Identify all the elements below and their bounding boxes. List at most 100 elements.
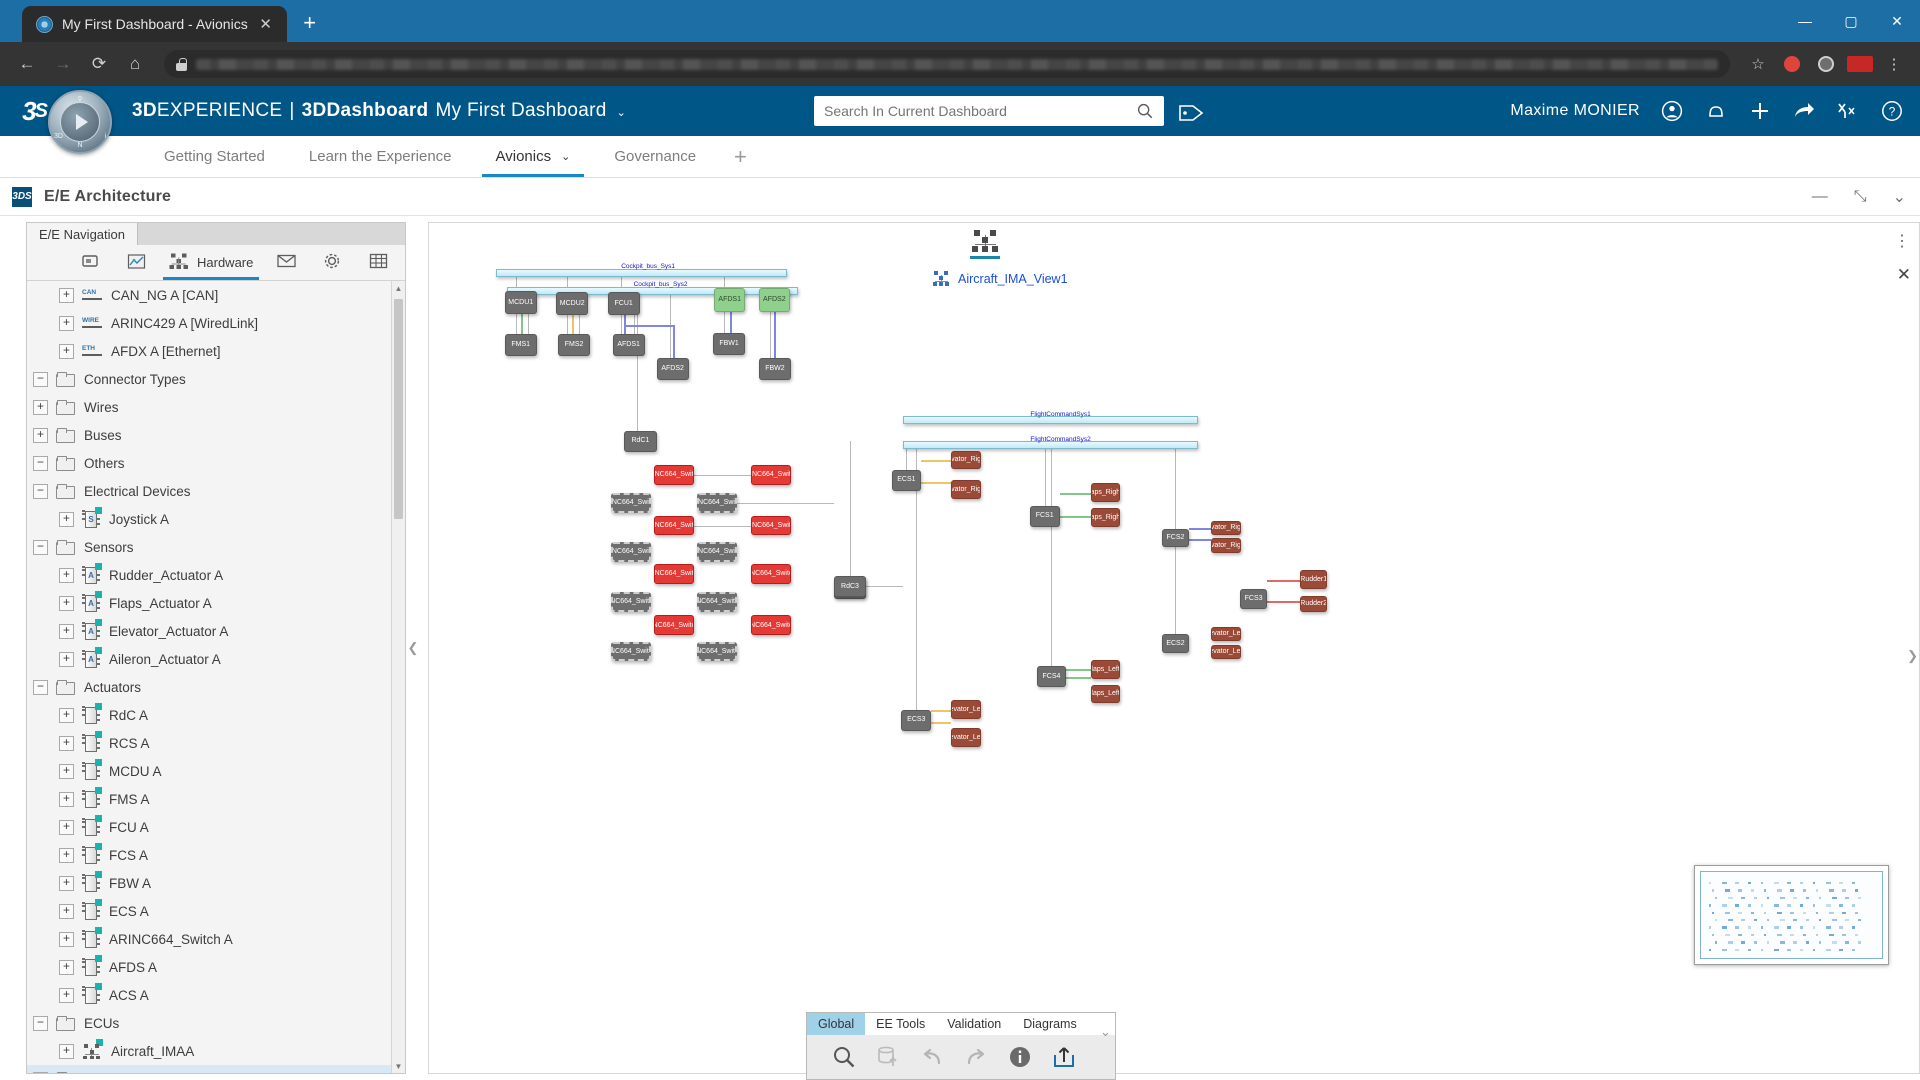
diagram-node[interactable]: ARINC664_Switch1 (654, 464, 694, 485)
diagram-node[interactable]: FBW2 (758, 358, 792, 381)
diagram-connection[interactable] (572, 314, 575, 334)
new-tab-button[interactable]: + (293, 6, 327, 40)
browser-tab[interactable]: My First Dashboard - Avionics ✕ (22, 6, 287, 42)
diagram-connection[interactable] (520, 313, 523, 334)
minimap-viewport[interactable] (1700, 871, 1883, 959)
diagram-connection[interactable] (737, 502, 834, 504)
dashboard-tab-avionics[interactable]: Avionics ⌄ (474, 136, 593, 177)
tree-expander[interactable]: + (59, 819, 74, 835)
diagram-connection[interactable] (693, 474, 752, 476)
chevron-down-icon[interactable]: ⌄ (561, 150, 570, 163)
app-expand-icon[interactable]: ⌄ (1893, 187, 1906, 207)
diagram-node[interactable]: ARINC664_Switch3 (611, 492, 651, 513)
hardware-tree[interactable]: + CAN CAN_NG A [CAN] + WIRE ARINC429 A [Wired… (27, 281, 405, 1073)
diagram-connection[interactable] (1267, 601, 1301, 604)
diagram-minimap[interactable] (1694, 865, 1889, 965)
tree-expander[interactable]: + (59, 567, 74, 583)
tree-item-electrical-devices[interactable]: − Electrical Devices (27, 477, 405, 505)
diagram-node[interactable]: Elevator_Left3 (951, 700, 981, 719)
help-icon[interactable]: ? (1880, 99, 1904, 123)
diagram-node[interactable]: ARINC664_Switch4 (697, 492, 738, 513)
diagram-node[interactable]: Flaps_Right2 (1090, 508, 1121, 527)
user-name[interactable]: Maxime MONIER (1510, 102, 1640, 120)
dashboard-search[interactable] (814, 96, 1164, 126)
address-bar[interactable] (164, 50, 1730, 78)
dashboard-tab-learn-the-experience[interactable]: Learn the Experience (287, 136, 474, 177)
diagram-node[interactable]: Elevator_Left2 (1210, 644, 1241, 660)
tree-item-connector-types[interactable]: − Connector Types (27, 365, 405, 393)
close-icon[interactable]: ✕ (257, 15, 275, 33)
diagram-connection[interactable] (1066, 677, 1091, 680)
tree-expander[interactable]: + (59, 707, 74, 723)
search-input[interactable] (824, 103, 1136, 119)
window-close-icon[interactable]: ✕ (1874, 0, 1920, 42)
tree-item-arinc664-switch-a[interactable]: + ARINC664_Switch A (27, 925, 405, 953)
share-icon[interactable] (1792, 99, 1816, 123)
diagram-connection[interactable] (921, 459, 952, 462)
tree-expander[interactable]: − (33, 1071, 48, 1073)
diagram-connection[interactable] (729, 311, 732, 333)
tree-item-flaps-actuator-a[interactable]: + A Flaps_Actuator A (27, 589, 405, 617)
tree-expander[interactable]: + (59, 931, 74, 947)
minimize-icon[interactable]: — (1782, 0, 1828, 42)
browser-menu-icon[interactable]: ⋮ (1880, 50, 1908, 78)
undo-icon[interactable] (919, 1044, 945, 1070)
diagram-node[interactable]: AFDS1 (714, 288, 746, 312)
diagram-node[interactable]: ARINC664_Switch16 (697, 641, 738, 662)
diagram-node[interactable]: FCU1 (607, 292, 640, 315)
tree-item-aircraft-imaa[interactable]: + Aircraft_IMAA (27, 1037, 405, 1065)
diagram-connection[interactable] (1051, 441, 1053, 667)
forward-icon[interactable]: → (48, 49, 78, 79)
diagram-node[interactable]: Elevator_Right3 (1210, 520, 1241, 536)
tree-item-wires[interactable]: + Wires (27, 393, 405, 421)
tree-item-ecs-a[interactable]: + ECS A (27, 897, 405, 925)
export-icon[interactable] (1051, 1044, 1077, 1070)
diagram-connection[interactable] (1066, 669, 1091, 672)
panel-tool-chart[interactable] (115, 245, 157, 280)
tree-item-aileron-actuator-a[interactable]: + A Aileron_Actuator A (27, 645, 405, 673)
scroll-down-arrow[interactable]: ▼ (392, 1059, 405, 1073)
tree-item-acs-a[interactable]: + ACS A (27, 981, 405, 1009)
dashboard-name[interactable]: My First Dashboard (435, 100, 606, 122)
tree-item-afdx-a-ethernet[interactable]: + ETH AFDX A [Ethernet] (27, 337, 405, 365)
diagram-node[interactable]: ARINC664_Switch7 (611, 542, 651, 563)
panel-tool-hardware[interactable]: Hardware (161, 245, 261, 280)
tree-item-rudder-actuator-a[interactable]: + A Rudder_Actuator A (27, 561, 405, 589)
tree-expander[interactable]: + (59, 595, 74, 611)
dashboard-tab-getting-started[interactable]: Getting Started (142, 136, 287, 177)
tree-expander[interactable]: + (59, 987, 74, 1003)
diagram-connection[interactable] (1059, 516, 1091, 519)
tree-expander[interactable]: + (59, 343, 74, 359)
add-dashboard-tab-button[interactable]: + (718, 136, 763, 177)
diagram-connection[interactable] (849, 441, 851, 578)
diagram-connection[interactable] (693, 525, 752, 527)
tree-expander[interactable]: − (33, 539, 48, 555)
diagram-node[interactable]: Elevator_Right4 (1210, 537, 1241, 553)
tree-item-fcu-a[interactable]: + FCU A (27, 813, 405, 841)
diagram-connection[interactable] (1059, 492, 1091, 495)
maximize-icon[interactable]: ▢ (1828, 0, 1874, 42)
user-avatar-icon[interactable] (1660, 99, 1684, 123)
diagram-node[interactable]: ARINC664_Switch2 (751, 464, 792, 485)
diagram-node[interactable]: FMS1 (504, 333, 537, 357)
scroll-up-arrow[interactable]: ▲ (392, 281, 405, 295)
tree-item-rdc-a[interactable]: + RdC A (27, 701, 405, 729)
diagram-connection[interactable] (921, 482, 952, 485)
search-icon[interactable] (831, 1044, 857, 1070)
diagram-node[interactable]: ECS1 (891, 469, 922, 491)
panel-tool-mail[interactable] (265, 245, 307, 280)
diagram-node[interactable]: Elevator_Left1 (1210, 626, 1241, 642)
diagram-connection[interactable] (623, 314, 626, 334)
diagram-node[interactable]: Flaps_Left1 (1090, 660, 1121, 679)
tree-expander[interactable]: + (59, 651, 74, 667)
diagram-node[interactable]: ARINC664_Switch10 (751, 564, 792, 584)
back-icon[interactable]: ← (12, 49, 42, 79)
tree-expander[interactable]: + (59, 903, 74, 919)
diagram-node[interactable]: MCDU2 (556, 292, 589, 315)
tree-item-buses[interactable]: + Buses (27, 421, 405, 449)
diagram-node[interactable]: FCS3 (1239, 588, 1268, 609)
tree-item-fms-a[interactable]: + FMS A (27, 785, 405, 813)
diagram-node[interactable]: ARINC664_Switch13 (654, 615, 694, 636)
collapse-left-panel-button[interactable]: ❮ (406, 216, 420, 1080)
reload-icon[interactable]: ⟳ (84, 49, 114, 79)
